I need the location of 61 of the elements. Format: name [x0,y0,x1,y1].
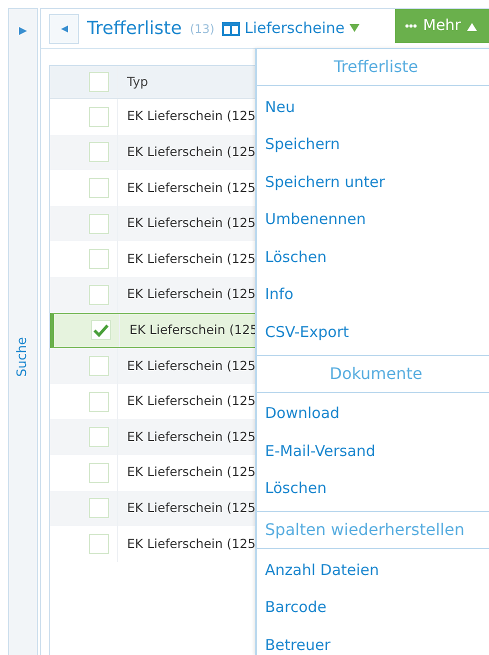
checkbox[interactable] [89,72,109,92]
table-cell-text: EK Lieferschein (125 [126,392,256,410]
menu-item[interactable]: Speichern [257,126,489,163]
table-cell-text: EK Lieferschein (125 [126,498,256,517]
table-cell-text: EK Lieferschein (125 [126,107,256,126]
menu-section-header: Dokumente [257,354,489,392]
checkbox[interactable] [89,284,109,305]
dots-icon [405,24,417,28]
more-button[interactable]: Mehr [395,8,489,42]
checkbox[interactable] [89,249,109,270]
menu-section-header: Trefferliste [257,48,489,86]
list-title: Trefferliste [87,17,182,41]
table-cell-text: EK Lieferschein (125 [126,428,256,446]
checkbox[interactable] [89,356,109,376]
checkbox[interactable] [89,178,109,198]
checkbox[interactable] [89,427,109,448]
caret-icon [348,24,360,34]
menu-item[interactable]: Anzahl Dateien [257,551,489,588]
result-count: (13) [190,20,214,38]
table-cell-text: EK Lieferschein (125 [126,356,256,375]
column-header: Typ [126,72,148,91]
checkbox[interactable] [89,106,109,127]
menu-item[interactable]: Download [257,394,489,432]
table-cell-text: EK Lieferschein (125 [126,285,256,304]
checkbox[interactable] [89,498,109,518]
menu-item[interactable]: E-Mail-Versand [257,432,489,470]
table-row[interactable]: EK Lieferschein (125 [50,170,259,206]
table-row[interactable]: EK Lieferschein (125 [50,241,259,277]
menu-item[interactable]: Löschen [257,470,489,507]
view-dropdown[interactable]: Lieferscheine [222,17,360,40]
menu-item[interactable]: Info [257,276,489,313]
menu-section-header: Spalten wiederherstellen [257,511,489,549]
menu-item[interactable]: Speichern unter [257,163,489,200]
caret-icon [466,20,477,30]
checkbox[interactable] [89,214,109,234]
expand-arrow-icon[interactable] [19,25,27,37]
checkmark-icon [93,324,110,337]
columns-icon [222,22,240,36]
checkbox[interactable] [89,142,109,162]
checkbox[interactable] [89,534,109,554]
menu-item[interactable]: Umbenennen [257,200,489,238]
back-button[interactable] [49,14,79,44]
checkbox[interactable] [89,392,109,412]
menu-item[interactable]: CSV-Export [257,313,489,350]
table-cell-text: EK Lieferschein (125 [126,463,256,482]
table-cell-text: EK Lieferschein (125 [126,214,256,232]
menu-item[interactable]: Löschen [257,238,489,276]
table-cell-text: EK Lieferschein (125 [126,178,256,197]
table-row[interactable]: EK Lieferschein (125 [50,99,259,135]
back-arrow-icon [60,22,68,34]
menu-item[interactable]: Barcode [257,588,489,626]
table-row[interactable]: EK Lieferschein (125 [50,454,259,491]
checkbox[interactable] [91,320,112,340]
menu-item[interactable]: Neu [257,88,489,126]
table-cell-text: EK Lieferschein (125 [126,250,256,268]
table-cell-text: EK Lieferschein (125 [126,143,256,162]
menu-item[interactable]: Betreuer [257,626,489,655]
table-cell-text: EK Lieferschein (125 [126,534,256,553]
sidebar-tab[interactable]: Suche [13,337,33,377]
checkbox[interactable] [89,462,109,483]
table-row[interactable]: EK Lieferschein (125 [50,526,259,562]
